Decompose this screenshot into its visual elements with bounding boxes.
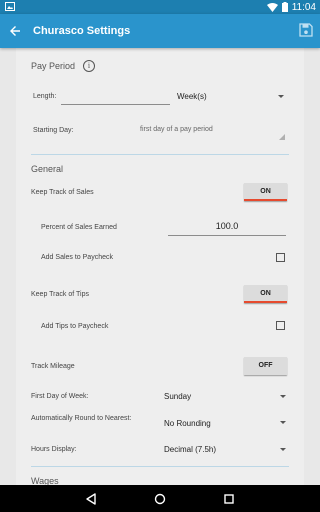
- info-icon[interactable]: i: [83, 60, 95, 72]
- arrow-back-icon: [10, 26, 20, 36]
- first-day-select[interactable]: Sunday: [164, 392, 191, 401]
- wifi-icon: [266, 2, 278, 12]
- chevron-down-icon: [280, 421, 286, 424]
- navigation-bar: [0, 485, 320, 512]
- wages-heading: Wages: [31, 476, 59, 485]
- back-button[interactable]: [6, 22, 24, 40]
- length-unit-select[interactable]: Week(s): [177, 92, 207, 101]
- percent-sales-underline: [168, 235, 286, 236]
- track-tips-label: Keep Track of Tips: [31, 291, 89, 298]
- length-input[interactable]: [64, 91, 170, 101]
- round-label: Automatically Round to Nearest:: [31, 415, 132, 422]
- track-mileage-label: Track Mileage: [31, 363, 75, 370]
- add-sales-label: Add Sales to Paycheck: [41, 254, 113, 261]
- starting-day-input[interactable]: first day of a pay period: [140, 126, 213, 133]
- add-sales-checkbox[interactable]: [276, 253, 285, 262]
- section-divider: [31, 466, 289, 467]
- track-sales-label: Keep Track of Sales: [31, 189, 94, 196]
- page-title: Churasco Settings: [33, 25, 131, 37]
- length-input-underline: [61, 104, 170, 105]
- first-day-label: First Day of Week:: [31, 393, 89, 400]
- section-divider: [31, 154, 289, 155]
- nav-back-icon[interactable]: [83, 491, 99, 507]
- save-icon[interactable]: [299, 23, 313, 37]
- image-notification-icon: [5, 2, 15, 11]
- round-select[interactable]: No Rounding: [164, 419, 211, 428]
- settings-content: Pay Period i Length: Week(s) Starting Da…: [16, 48, 304, 485]
- hours-display-label: Hours Display:: [31, 446, 77, 453]
- track-sales-toggle[interactable]: ON: [244, 183, 287, 201]
- track-tips-toggle[interactable]: ON: [244, 285, 287, 303]
- hours-display-select[interactable]: Decimal (7.5h): [164, 445, 216, 454]
- status-bar: 11:04: [0, 0, 320, 14]
- app-bar: Churasco Settings: [0, 14, 320, 48]
- battery-icon: [281, 2, 288, 12]
- resize-handle-icon: [279, 134, 285, 140]
- chevron-down-icon: [280, 448, 286, 451]
- pay-period-heading: Pay Period: [31, 61, 76, 71]
- starting-day-label: Starting Day:: [33, 127, 74, 134]
- add-tips-checkbox[interactable]: [276, 321, 285, 330]
- percent-sales-label: Percent of Sales Earned: [41, 224, 117, 231]
- status-time: 11:04: [291, 1, 316, 13]
- nav-home-icon[interactable]: [152, 491, 168, 507]
- length-label: Length:: [33, 93, 57, 100]
- add-tips-label: Add Tips to Paycheck: [41, 323, 109, 330]
- chevron-down-icon: [278, 95, 284, 98]
- percent-sales-input[interactable]: 100.0: [168, 221, 286, 231]
- nav-recents-icon[interactable]: [221, 491, 237, 507]
- general-heading: General: [31, 164, 64, 174]
- track-mileage-toggle[interactable]: OFF: [244, 357, 287, 375]
- chevron-down-icon: [280, 395, 286, 398]
